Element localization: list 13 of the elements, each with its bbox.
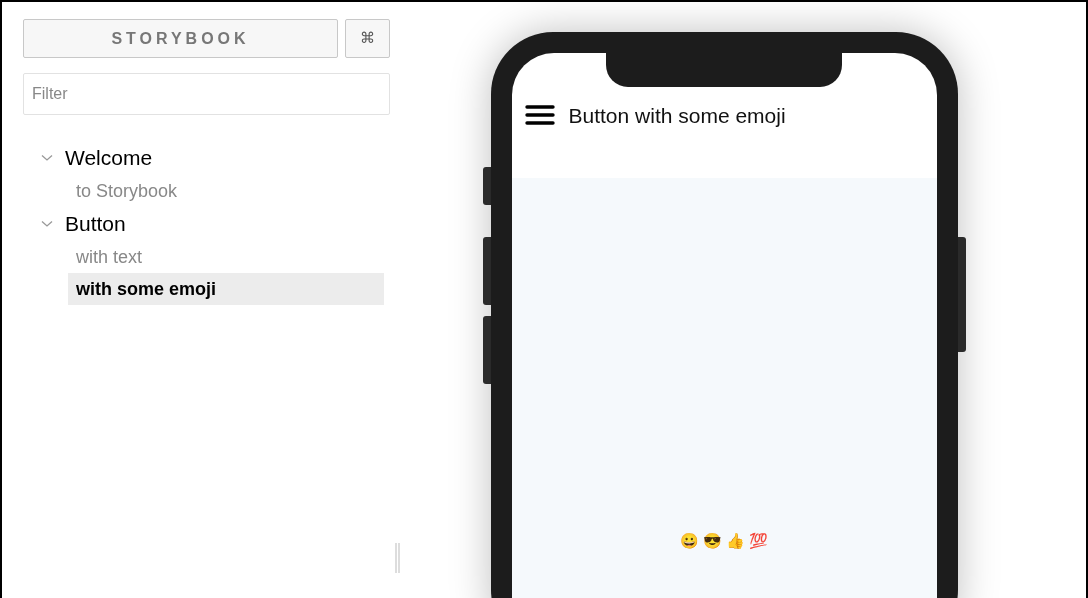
tree-folder[interactable]: Welcome: [23, 141, 390, 175]
tree-folder[interactable]: Button: [23, 207, 390, 241]
tree-item[interactable]: to Storybook: [68, 175, 384, 207]
shortcut-button[interactable]: ⌘: [345, 19, 390, 58]
resize-handle-icon[interactable]: [395, 543, 400, 573]
chevron-icon: [41, 220, 53, 228]
storybook-button[interactable]: STORYBOOK: [23, 19, 338, 58]
header-title: Button with some emoji: [568, 104, 786, 128]
tree-item[interactable]: with text: [68, 241, 384, 273]
chevron-icon: [41, 154, 53, 162]
tree-item[interactable]: with some emoji: [68, 273, 384, 305]
filter-field[interactable]: Filter: [23, 73, 390, 115]
menu-icon[interactable]: [524, 104, 555, 126]
